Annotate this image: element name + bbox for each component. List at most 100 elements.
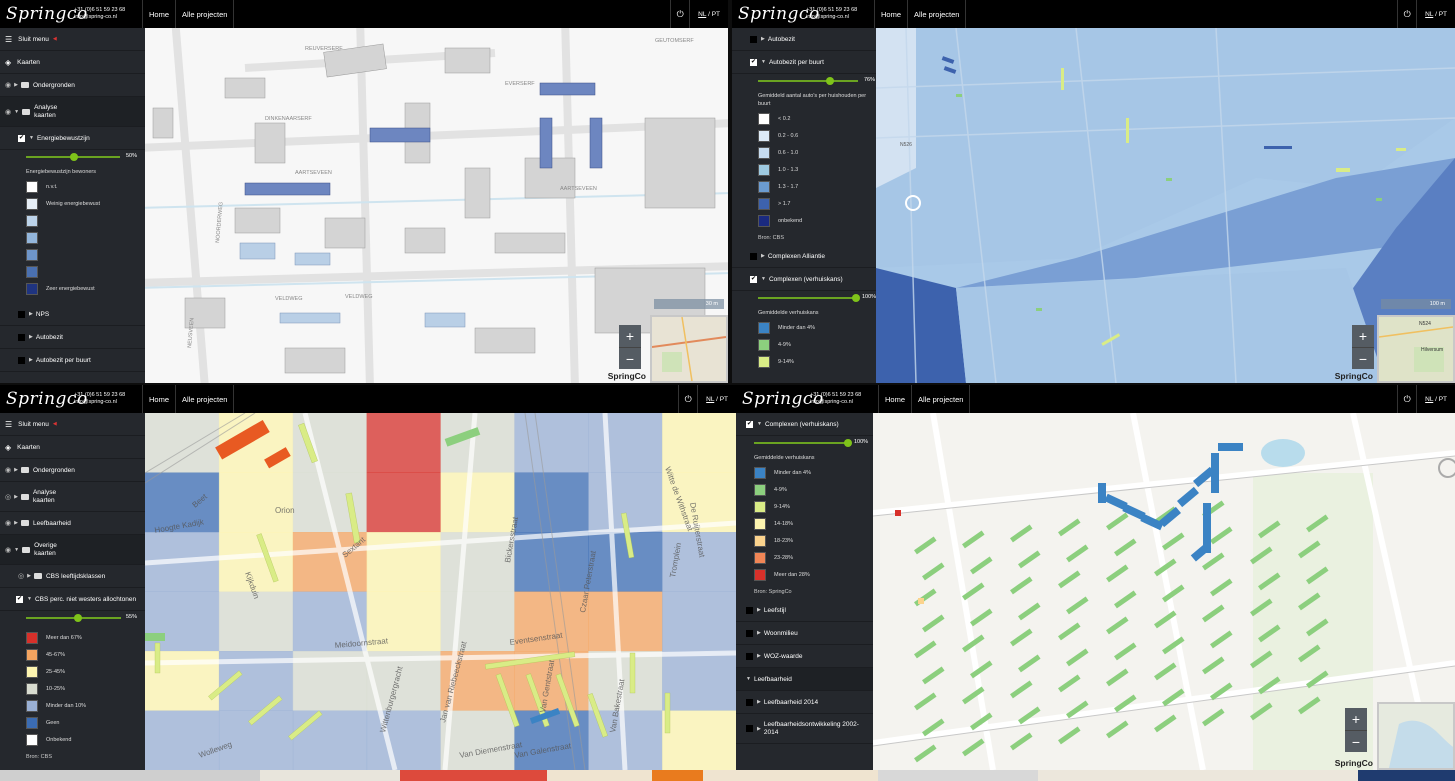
eye-icon[interactable]: ◉ xyxy=(5,108,11,116)
map-view[interactable]: + − SpringCo xyxy=(873,413,1455,770)
map-view[interactable]: REUVERSERF GEUTOMSERF EVERSERF DINKENAAR… xyxy=(145,28,728,383)
home-link[interactable]: Home xyxy=(875,0,909,28)
home-link[interactable]: Home xyxy=(879,385,913,413)
checkbox[interactable] xyxy=(750,252,757,260)
opacity-slider[interactable]: 100% xyxy=(754,436,873,450)
email[interactable]: info@spring-co.nl xyxy=(74,399,142,406)
zoom-out-button[interactable]: − xyxy=(1352,347,1374,369)
group-leefbaarheid[interactable]: ▼ Leefbaarheid xyxy=(736,668,873,691)
projects-link[interactable]: Alle projecten xyxy=(176,0,235,28)
eye-icon[interactable]: ◉ xyxy=(5,519,11,527)
overview-minimap[interactable] xyxy=(1377,702,1455,770)
lang-pt[interactable]: PT xyxy=(720,396,728,403)
slider-knob[interactable] xyxy=(70,153,78,161)
close-menu-button[interactable]: ☰ Sluit menu ◀ xyxy=(0,28,145,51)
layer-woz[interactable]: ▶ WOZ-waarde xyxy=(736,645,873,668)
opacity-slider[interactable]: 100% xyxy=(758,291,876,305)
power-icon[interactable]: ⏻ xyxy=(1397,0,1418,28)
layer-leefstijl[interactable]: ▶ Leefstijl xyxy=(736,599,873,622)
sidebar-item-kaarten[interactable]: ◈ Kaarten xyxy=(0,436,145,459)
layer-complexen[interactable]: ✔ ▼ Complexen (verhuiskans) xyxy=(732,268,876,291)
zoom-in-button[interactable]: + xyxy=(1352,325,1374,347)
slider-knob[interactable] xyxy=(74,614,82,622)
lang-nl[interactable]: NL xyxy=(698,11,706,18)
zoom-in-button[interactable]: + xyxy=(1345,708,1367,730)
opacity-slider[interactable]: 55% xyxy=(26,611,145,625)
zoom-out-button[interactable]: − xyxy=(1345,730,1367,752)
layer-autobezit[interactable]: ▶ Autobezit xyxy=(0,326,145,349)
email[interactable]: info@spring-co.nl xyxy=(806,14,874,21)
checkbox-checked[interactable]: ✔ xyxy=(750,275,757,283)
checkbox[interactable] xyxy=(746,629,753,637)
layer-autobezit-buurt[interactable]: ▶ Autobezit per buurt xyxy=(0,349,145,372)
lang-nl[interactable]: NL xyxy=(1425,396,1433,403)
sidebar-item-analyse[interactable]: ◉ ▼ Analyse kaarten xyxy=(0,97,145,127)
power-icon[interactable]: ⏻ xyxy=(1397,385,1418,413)
sidebar-item-kaarten[interactable]: ◈ Kaarten xyxy=(0,51,145,74)
email[interactable]: info@spring-co.nl xyxy=(74,14,142,21)
layer-cbs-leeftijd[interactable]: ◎ ▶ CBS leeftijdsklassen xyxy=(0,565,145,588)
springco-logo[interactable]: Springco xyxy=(0,4,87,24)
home-link[interactable]: Home xyxy=(143,0,177,28)
checkbox-checked[interactable]: ✔ xyxy=(746,420,753,428)
opacity-slider[interactable]: 76% xyxy=(758,74,876,88)
overview-minimap[interactable]: N524 Hilversum xyxy=(1377,315,1455,383)
map-canvas[interactable] xyxy=(873,413,1455,770)
lang-pt[interactable]: PT xyxy=(1439,11,1447,18)
layer-cbs-allochtonen[interactable]: ✔ ▼ CBS perc. niet westers allochtonen xyxy=(0,588,145,611)
overview-minimap[interactable] xyxy=(650,315,728,383)
lang-nl[interactable]: NL xyxy=(1425,11,1433,18)
sidebar-item-ondergronden[interactable]: ◉ ▶ Ondergronden xyxy=(0,74,145,97)
projects-link[interactable]: Alle projecten xyxy=(912,385,971,413)
checkbox[interactable] xyxy=(746,606,753,614)
checkbox[interactable] xyxy=(746,725,753,732)
sidebar-item-overige[interactable]: ◉ ▼ Overige kaarten xyxy=(0,535,145,565)
springco-logo[interactable]: Springco xyxy=(736,389,823,409)
home-link[interactable]: Home xyxy=(143,385,177,413)
checkbox-checked[interactable]: ✔ xyxy=(750,58,757,66)
layer-autobezit[interactable]: ▶ Autobezit xyxy=(732,28,876,51)
power-icon[interactable]: ⏻ xyxy=(670,0,691,28)
map-view[interactable]: N526 100 m + − N524 Hilversum SpringCo xyxy=(876,28,1455,383)
eye-slash-icon[interactable]: ◎ xyxy=(18,572,24,580)
slider-knob[interactable] xyxy=(844,439,852,447)
lang-pt[interactable]: PT xyxy=(712,11,720,18)
springco-logo[interactable]: Springco xyxy=(732,4,819,24)
map-view[interactable]: Beet Orion Sextant Kijkduin Bickersstraa… xyxy=(145,413,736,770)
lang-pt[interactable]: PT xyxy=(1439,396,1447,403)
eye-icon[interactable]: ◉ xyxy=(5,546,11,554)
layer-woonmilieu[interactable]: ▶ Woonmilieu xyxy=(736,622,873,645)
slider-knob[interactable] xyxy=(852,294,860,302)
layer-complexen[interactable]: ✔ ▼ Complexen (verhuiskans) xyxy=(736,413,873,436)
layer-energiebewustzijn[interactable]: ✔ ▼ Energiebewustzijn xyxy=(0,127,145,150)
checkbox[interactable] xyxy=(18,333,25,341)
checkbox[interactable] xyxy=(750,35,757,43)
layer-leefbaarheid-2014[interactable]: ▶ Leefbaarheid 2014 xyxy=(736,691,873,714)
eye-icon[interactable]: ◉ xyxy=(5,81,11,89)
layer-nps[interactable]: ▶ NPS xyxy=(0,303,145,326)
zoom-in-button[interactable]: + xyxy=(619,325,641,347)
email[interactable]: info@spring-co.nl xyxy=(810,399,878,406)
power-icon[interactable]: ⏻ xyxy=(678,385,699,413)
slider-knob[interactable] xyxy=(826,77,834,85)
springco-logo[interactable]: Springco xyxy=(0,389,87,409)
layer-complexen-alliantie[interactable]: ▶ Complexen Alliantie xyxy=(732,245,876,268)
sidebar-item-leefbaarheid[interactable]: ◉ ▶ Leefbaarheid xyxy=(0,512,145,535)
lang-nl[interactable]: NL xyxy=(706,396,714,403)
checkbox[interactable] xyxy=(746,652,753,660)
opacity-slider[interactable]: 50% xyxy=(26,150,145,164)
layer-leefbaarheid-ontw[interactable]: ▶ Leefbaarheidsontwikkeling 2002-2014 xyxy=(736,714,873,744)
sidebar-item-ondergronden[interactable]: ◉ ▶ Ondergronden xyxy=(0,459,145,482)
checkbox[interactable] xyxy=(18,356,25,364)
sidebar-item-analyse[interactable]: ◎ ▶ Analyse kaarten xyxy=(0,482,145,512)
eye-icon[interactable]: ◉ xyxy=(5,466,11,474)
checkbox-checked[interactable]: ✔ xyxy=(18,134,25,142)
checkbox[interactable] xyxy=(18,310,25,318)
projects-link[interactable]: Alle projecten xyxy=(908,0,967,28)
layer-autobezit-buurt[interactable]: ✔ ▼ Autobezit per buurt xyxy=(732,51,876,74)
checkbox[interactable] xyxy=(746,698,753,706)
eye-slash-icon[interactable]: ◎ xyxy=(5,493,11,501)
close-menu-button[interactable]: ☰ Sluit menu ◀ xyxy=(0,413,145,436)
zoom-out-button[interactable]: − xyxy=(619,347,641,369)
map-canvas[interactable]: Beet Orion Sextant Kijkduin Bickersstraa… xyxy=(145,413,736,770)
